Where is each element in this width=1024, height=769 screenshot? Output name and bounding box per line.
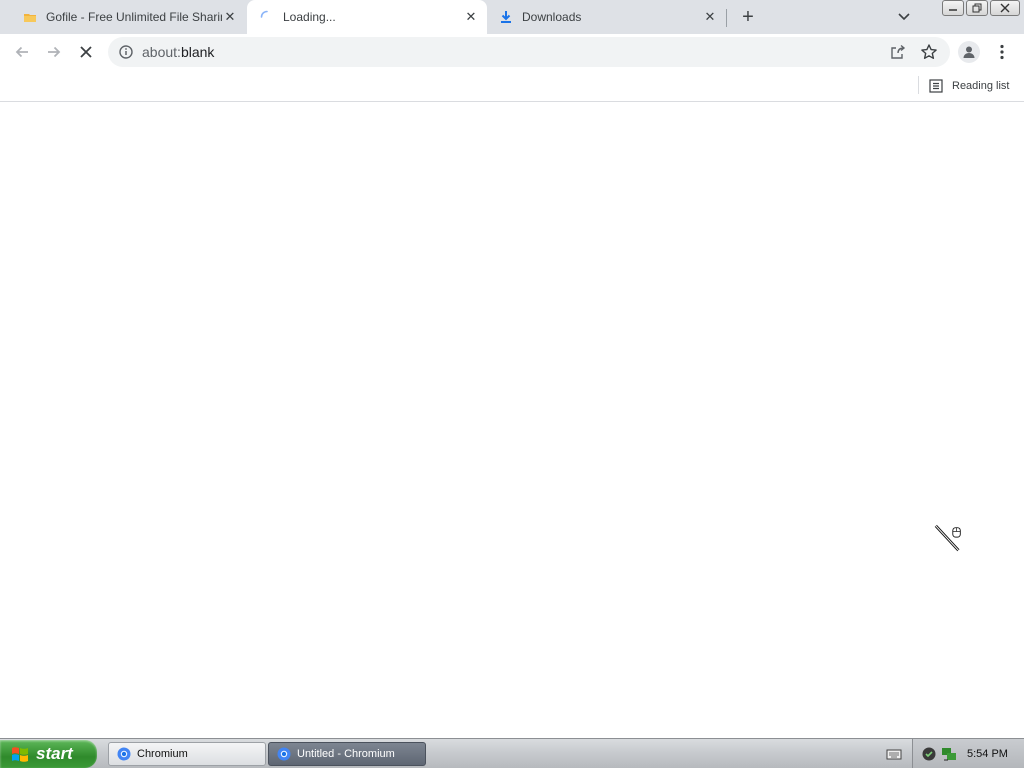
reading-list-button[interactable]: Reading list [928,76,1009,96]
taskbar-item-label: Untitled - Chromium [297,748,395,760]
url-scheme: about: [142,44,181,60]
back-arrow-icon[interactable] [10,40,34,64]
clock[interactable]: 5:54 PM [967,748,1008,760]
close-tab-icon[interactable]: ✕ [463,9,479,25]
close-window-button[interactable] [990,0,1020,16]
tab-title: Downloads [522,10,582,24]
bookmark-star-icon[interactable] [920,43,938,61]
busy-cursor-icon [934,524,961,552]
close-tab-icon[interactable]: ✕ [222,9,238,25]
restore-button[interactable] [966,0,988,16]
new-tab-button[interactable]: + [736,5,760,29]
chromium-icon [117,747,131,761]
security-shield-icon[interactable] [921,746,937,762]
taskbar-item-label: Chromium [137,748,188,760]
address-bar[interactable]: about:blank [108,37,950,67]
tab-downloads[interactable]: Downloads ✕ [488,0,726,34]
forward-arrow-icon[interactable] [42,40,66,64]
url-path: blank [180,44,215,60]
start-button[interactable]: start [0,740,97,768]
tab-gofile[interactable]: Gofile - Free Unlimited File Sharing and… [0,0,246,34]
kebab-menu-icon[interactable] [992,41,1012,63]
url-text: about:blank [142,44,214,60]
window-controls [942,0,1020,16]
info-icon[interactable] [118,44,134,60]
taskbar-item-untitled-chromium[interactable]: Untitled - Chromium [268,742,426,766]
tab-title: Gofile - Free Unlimited File Sharing and… [46,10,222,24]
download-icon [498,9,514,25]
folder-icon [22,9,38,25]
browser-toolbar: about:blank [0,34,1024,70]
share-icon[interactable] [890,44,906,60]
tab-strip: Gofile - Free Unlimited File Sharing and… [0,0,1024,34]
bookmarks-bar: Reading list [0,70,1024,102]
keyboard-layout-icon[interactable] [886,746,902,762]
tab-loading[interactable]: Loading... ✕ [247,0,487,34]
close-tab-icon[interactable]: ✕ [702,9,718,25]
network-icon[interactable] [941,746,957,762]
loading-spinner-icon [259,9,275,25]
taskbar-item-chromium[interactable]: Chromium [108,742,266,766]
start-label: start [36,744,73,763]
stop-loading-icon[interactable] [74,40,98,64]
page-content[interactable] [0,103,1024,738]
tab-title: Loading... [283,10,336,24]
chromium-icon [277,747,291,761]
reading-list-icon [928,78,944,94]
reading-list-label: Reading list [952,80,1010,92]
windows-logo-icon [10,744,30,764]
tab-search-chevron-icon[interactable] [894,7,914,27]
minimize-button[interactable] [942,0,964,16]
profile-avatar-icon[interactable] [958,41,980,63]
bookmarks-divider [918,76,919,94]
taskbar: start Chromium Untitled - Chromium 5:54 … [0,738,1024,768]
tab-divider [726,9,727,27]
system-tray: 5:54 PM [912,739,1024,768]
